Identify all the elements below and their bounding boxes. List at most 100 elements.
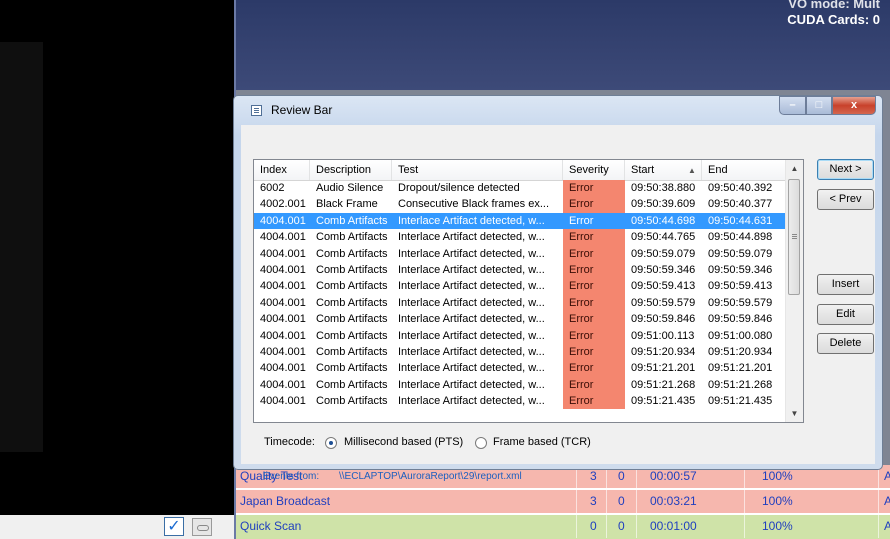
events-from-label: Events from:: [263, 471, 320, 482]
table-row[interactable]: 4004.001 Comb Artifacts Interlace Artifact…: [254, 261, 786, 279]
cell-test: Interlace Artifact detected, w...: [398, 313, 545, 326]
cell-severity: Error: [563, 212, 625, 230]
job-duration: 00:03:21: [650, 494, 697, 508]
edit-button[interactable]: Edit: [817, 304, 874, 325]
job-warnings: 0: [618, 519, 625, 533]
cell-description: Comb Artifacts: [310, 212, 392, 230]
cell-test: Interlace Artifact detected, w...: [398, 362, 545, 375]
cell-test: Interlace Artifact detected, w...: [398, 329, 545, 342]
cell-severity: Error: [563, 311, 625, 328]
table-row[interactable]: 4004.001 Comb Artifacts Interlace Artifact…: [254, 393, 786, 410]
job-row-japan-broadcast[interactable]: Japan Broadcast 3 0 00:03:21 100% A: [236, 490, 890, 513]
prev-button[interactable]: < Prev: [817, 189, 874, 210]
cell-severity: Error: [563, 360, 625, 377]
column-header-start-label: Start: [631, 164, 655, 176]
job-errors: 3: [590, 494, 597, 508]
cell-index: 4002.001: [260, 198, 306, 211]
column-header-severity[interactable]: Severity: [563, 160, 625, 180]
cell-severity: Error: [563, 294, 625, 312]
table-row[interactable]: 4004.001 Comb Artifacts Interlace Artifact…: [254, 327, 786, 344]
table-row-selected[interactable]: 4004.001 Comb Artifacts Interlace Artifact…: [254, 212, 786, 230]
cell-index: 4004.001: [260, 263, 306, 276]
insert-button[interactable]: Insert: [817, 274, 874, 295]
list-scrollbar[interactable]: ▲ ▼: [785, 160, 803, 422]
job-progress: 100%: [762, 469, 793, 483]
cell-start: 09:50:44.765: [631, 231, 696, 244]
cell-description: Comb Artifacts: [316, 313, 388, 326]
checkbox-toggle-icon[interactable]: ✓: [164, 517, 184, 536]
cell-test: Interlace Artifact detected, w...: [398, 263, 545, 276]
radio-frame-tcr[interactable]: [475, 437, 487, 449]
cell-severity: Error: [563, 278, 625, 295]
table-row[interactable]: 4004.001 Comb Artifacts Interlace Artifact…: [254, 229, 786, 246]
job-row-quick-scan[interactable]: Quick Scan 0 0 00:01:00 100% A: [236, 515, 890, 539]
status-panel: VO mode: Mult CUDA Cards: 0: [236, 0, 890, 90]
column-header-end[interactable]: End: [702, 160, 786, 180]
job-progress: 100%: [762, 494, 793, 508]
table-row[interactable]: 4004.001 Comb Artifacts Interlace Artifact…: [254, 278, 786, 295]
cell-end: 09:50:44.631: [702, 212, 786, 230]
cell-start: 09:50:59.579: [631, 296, 696, 309]
review-bar-window: Review Bar – □ x Index Description Test …: [233, 95, 883, 482]
job-name: Quick Scan: [240, 519, 302, 533]
close-button[interactable]: x: [832, 96, 876, 115]
events-list[interactable]: Index Description Test Severity Start ▲ …: [253, 159, 804, 423]
waveform-toggle-icon[interactable]: [192, 518, 212, 536]
cell-start: 09:50:38.880: [631, 182, 696, 194]
cell-description: Comb Artifacts: [316, 263, 388, 276]
cell-test: Interlace Artifact detected, w...: [398, 345, 545, 358]
window-app-icon: [251, 105, 262, 116]
maximize-button[interactable]: □: [806, 96, 832, 115]
cell-end: 09:50:44.898: [708, 231, 773, 244]
video-frame: [0, 42, 43, 452]
cell-start: 09:50:44.698: [625, 212, 702, 230]
cell-end: 09:50:59.579: [708, 296, 773, 309]
table-row[interactable]: 4004.001 Comb Artifacts Interlace Artifact…: [254, 245, 786, 262]
sort-ascending-icon: ▲: [688, 166, 696, 175]
table-row[interactable]: 4004.001 Comb Artifacts Interlace Artifact…: [254, 360, 786, 377]
cell-test: Interlace Artifact detected, w...: [398, 231, 545, 244]
job-duration: 00:01:00: [650, 519, 697, 533]
radio-millisecond-pts[interactable]: [325, 437, 337, 449]
cell-description: Comb Artifacts: [316, 280, 388, 293]
cell-start: 09:50:59.079: [631, 247, 696, 260]
cell-end: 09:51:21.268: [708, 378, 773, 391]
column-header-description[interactable]: Description: [310, 160, 392, 180]
scroll-up-icon[interactable]: ▲: [786, 160, 803, 177]
job-warnings: 0: [618, 494, 625, 508]
column-header-start[interactable]: Start ▲: [625, 160, 702, 180]
cell-description: Comb Artifacts: [316, 395, 388, 408]
events-report-path[interactable]: \\ECLAPTOP\AuroraReport\29\report.xml: [339, 471, 522, 482]
column-header-test[interactable]: Test: [392, 160, 563, 180]
delete-button[interactable]: Delete: [817, 333, 874, 354]
table-row[interactable]: 4002.001 Black Frame Consecutive Black fra…: [254, 196, 786, 213]
cell-description: Comb Artifacts: [316, 247, 388, 260]
cell-description: Comb Artifacts: [316, 378, 388, 391]
job-name: Japan Broadcast: [240, 494, 331, 508]
job-errors: 3: [590, 469, 597, 483]
table-row[interactable]: 6002 Audio Silence Dropout/silence detecte…: [254, 180, 786, 197]
cell-test: Interlace Artifact detected, w...: [398, 247, 545, 260]
cell-description: Comb Artifacts: [316, 329, 388, 342]
table-row[interactable]: 4004.001 Comb Artifacts Interlace Artifact…: [254, 376, 786, 394]
scrollbar-thumb[interactable]: [788, 179, 800, 295]
cell-description: Comb Artifacts: [316, 296, 388, 309]
next-button[interactable]: Next >: [817, 159, 874, 180]
table-row[interactable]: 4004.001 Comb Artifacts Interlace Artifact…: [254, 311, 786, 328]
radio-millisecond-pts-label[interactable]: Millisecond based (PTS): [344, 436, 463, 448]
cell-end: 09:50:40.377: [708, 198, 773, 211]
table-row[interactable]: 4004.001 Comb Artifacts Interlace Artifact…: [254, 343, 786, 361]
cell-test: Interlace Artifact detected, w...: [398, 296, 545, 309]
minimize-button[interactable]: –: [779, 96, 806, 115]
cell-description: Black Frame: [316, 198, 378, 211]
column-header-index[interactable]: Index: [254, 160, 310, 180]
radio-frame-tcr-label[interactable]: Frame based (TCR): [493, 436, 591, 448]
scroll-down-icon[interactable]: ▼: [786, 405, 803, 422]
job-extra: A: [884, 469, 890, 483]
job-warnings: 0: [618, 469, 625, 483]
cell-start: 09:50:59.846: [631, 313, 696, 326]
table-row[interactable]: 4004.001 Comb Artifacts Interlace Artifact…: [254, 294, 786, 312]
cell-end: 09:50:59.079: [708, 247, 773, 260]
cell-test: Interlace Artifact detected, w...: [392, 212, 563, 230]
cell-index: 4004.001: [260, 362, 306, 375]
